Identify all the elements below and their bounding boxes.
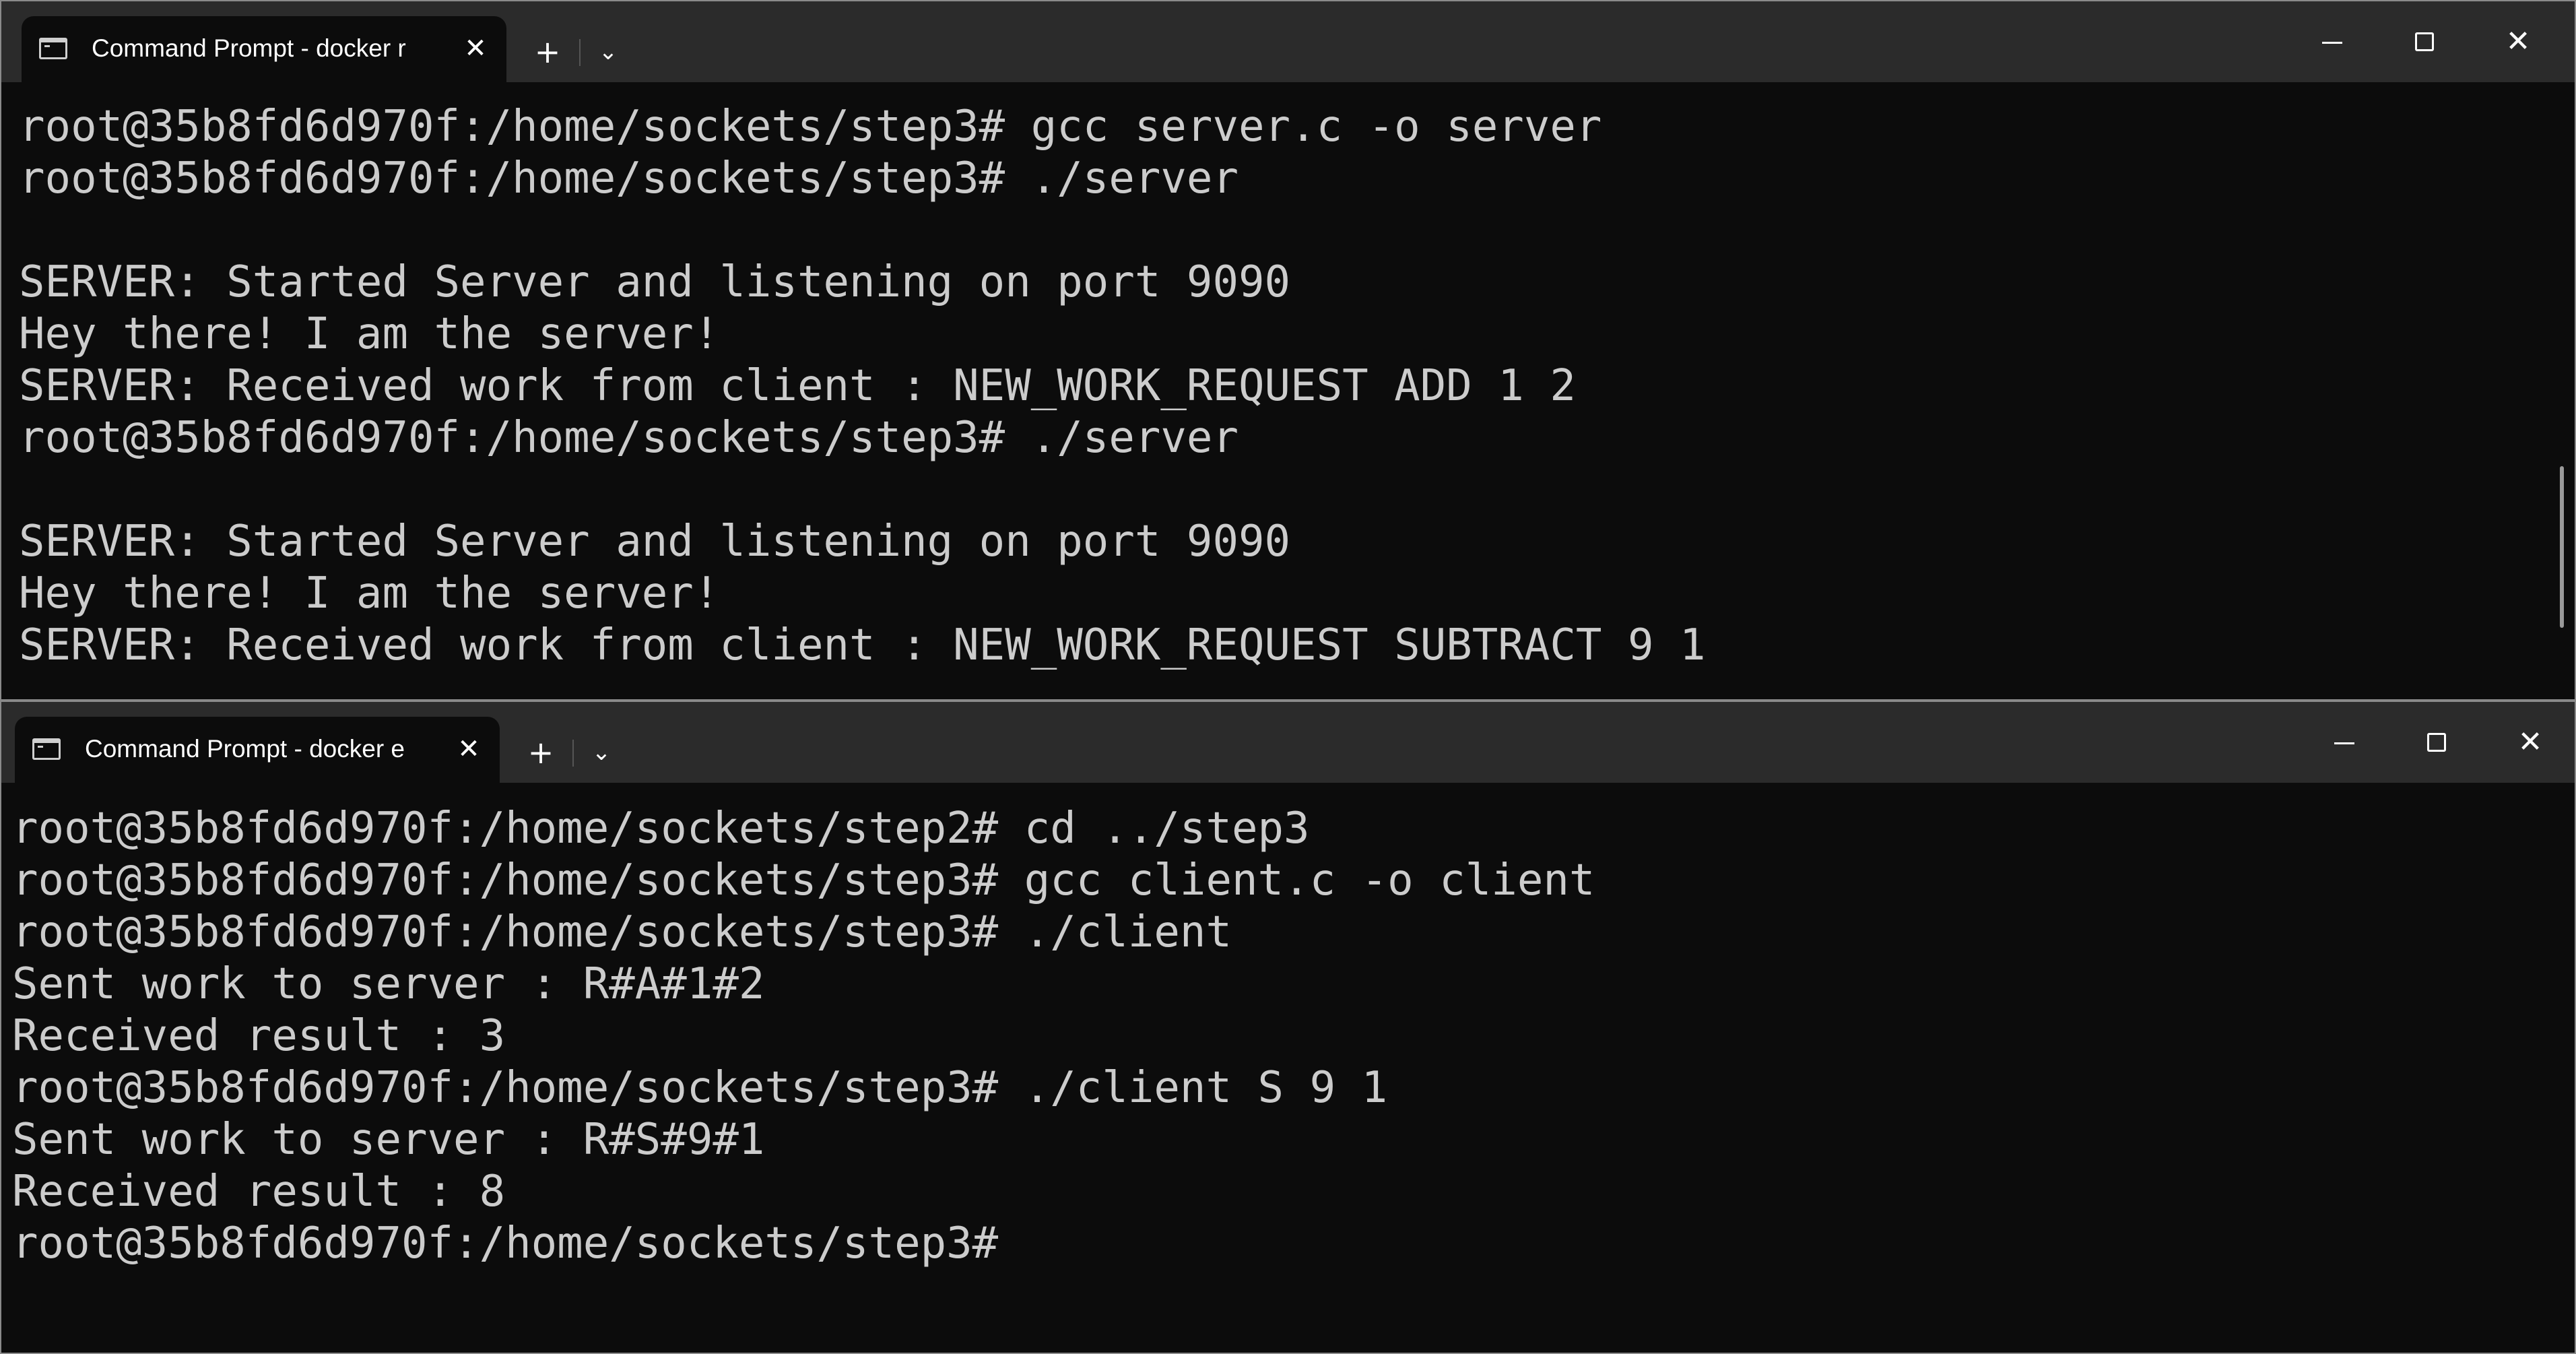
maximize-icon — [2415, 32, 2434, 51]
chevron-down-icon[interactable]: ⌄ — [578, 730, 625, 775]
minimize-icon — [2334, 742, 2354, 744]
minimize-button[interactable] — [2301, 709, 2388, 776]
server-terminal-window[interactable]: Command Prompt - docker r ✕ + ⌄ ✕ root@3… — [0, 0, 2576, 701]
chevron-down-icon[interactable]: ⌄ — [585, 30, 632, 74]
terminal-line: Received result : 3 — [12, 1011, 506, 1061]
scrollbar[interactable] — [2560, 466, 2564, 628]
maximize-button[interactable] — [2381, 8, 2469, 75]
terminal-line: SERVER: Started Server and listening on … — [19, 257, 1291, 307]
client-terminal-window[interactable]: Command Prompt - docker e ✕ + ⌄ ✕ root@3… — [0, 701, 2576, 1354]
terminal-line: root@35b8fd6d970f:/home/sockets/step3# g… — [19, 102, 1602, 152]
close-button[interactable]: ✕ — [2486, 709, 2574, 776]
tab-title: Command Prompt - docker r — [92, 34, 406, 62]
terminal-icon — [39, 38, 67, 59]
terminal-line: root@35b8fd6d970f:/home/sockets/step3# .… — [12, 1063, 1388, 1113]
terminal-icon — [32, 738, 61, 760]
maximize-button[interactable] — [2393, 709, 2481, 776]
tab-command-prompt-server[interactable]: Command Prompt - docker r ✕ — [22, 16, 506, 82]
maximize-icon — [2427, 733, 2446, 752]
tab-separator — [579, 39, 581, 66]
minimize-icon — [2322, 42, 2342, 44]
terminal-line: SERVER: Started Server and listening on … — [19, 517, 1291, 567]
terminal-line: root@35b8fd6d970f:/home/sockets/step3# — [12, 1219, 999, 1268]
terminal-line: root@35b8fd6d970f:/home/sockets/step3# .… — [19, 154, 1239, 203]
new-tab-button[interactable]: + — [524, 30, 571, 74]
close-button[interactable]: ✕ — [2474, 8, 2562, 75]
terminal-output[interactable]: root@35b8fd6d970f:/home/sockets/step3# g… — [1, 82, 2548, 699]
minimize-button[interactable] — [2288, 8, 2376, 75]
tab-close-icon[interactable]: ✕ — [458, 31, 493, 66]
terminal-line: Hey there! I am the server! — [19, 309, 720, 359]
terminal-line: root@35b8fd6d970f:/home/sockets/step3# g… — [12, 856, 1595, 905]
tab-close-icon[interactable]: ✕ — [451, 732, 486, 767]
title-bar[interactable]: Command Prompt - docker r ✕ + ⌄ ✕ — [1, 1, 2575, 82]
title-bar[interactable]: Command Prompt - docker e ✕ + ⌄ ✕ — [1, 702, 2575, 783]
terminal-line: root@35b8fd6d970f:/home/sockets/step3# .… — [19, 413, 1239, 463]
terminal-line: SERVER: Received work from client : NEW_… — [19, 361, 1576, 411]
tab-command-prompt-client[interactable]: Command Prompt - docker e ✕ — [15, 717, 500, 783]
new-tab-button[interactable]: + — [517, 730, 564, 775]
tab-title: Command Prompt - docker e — [85, 735, 405, 763]
terminal-line: Hey there! I am the server! — [19, 569, 720, 618]
tab-separator — [572, 740, 574, 767]
terminal-output[interactable]: root@35b8fd6d970f:/home/sockets/step2# c… — [1, 783, 2548, 1353]
terminal-line: root@35b8fd6d970f:/home/sockets/step2# c… — [12, 804, 1310, 853]
terminal-line: Sent work to server : R#A#1#2 — [12, 959, 765, 1009]
terminal-line: root@35b8fd6d970f:/home/sockets/step3# .… — [12, 907, 1232, 957]
terminal-line: Sent work to server : R#S#9#1 — [12, 1115, 765, 1165]
terminal-line: Received result : 8 — [12, 1167, 506, 1217]
terminal-line: SERVER: Received work from client : NEW_… — [19, 620, 1706, 670]
